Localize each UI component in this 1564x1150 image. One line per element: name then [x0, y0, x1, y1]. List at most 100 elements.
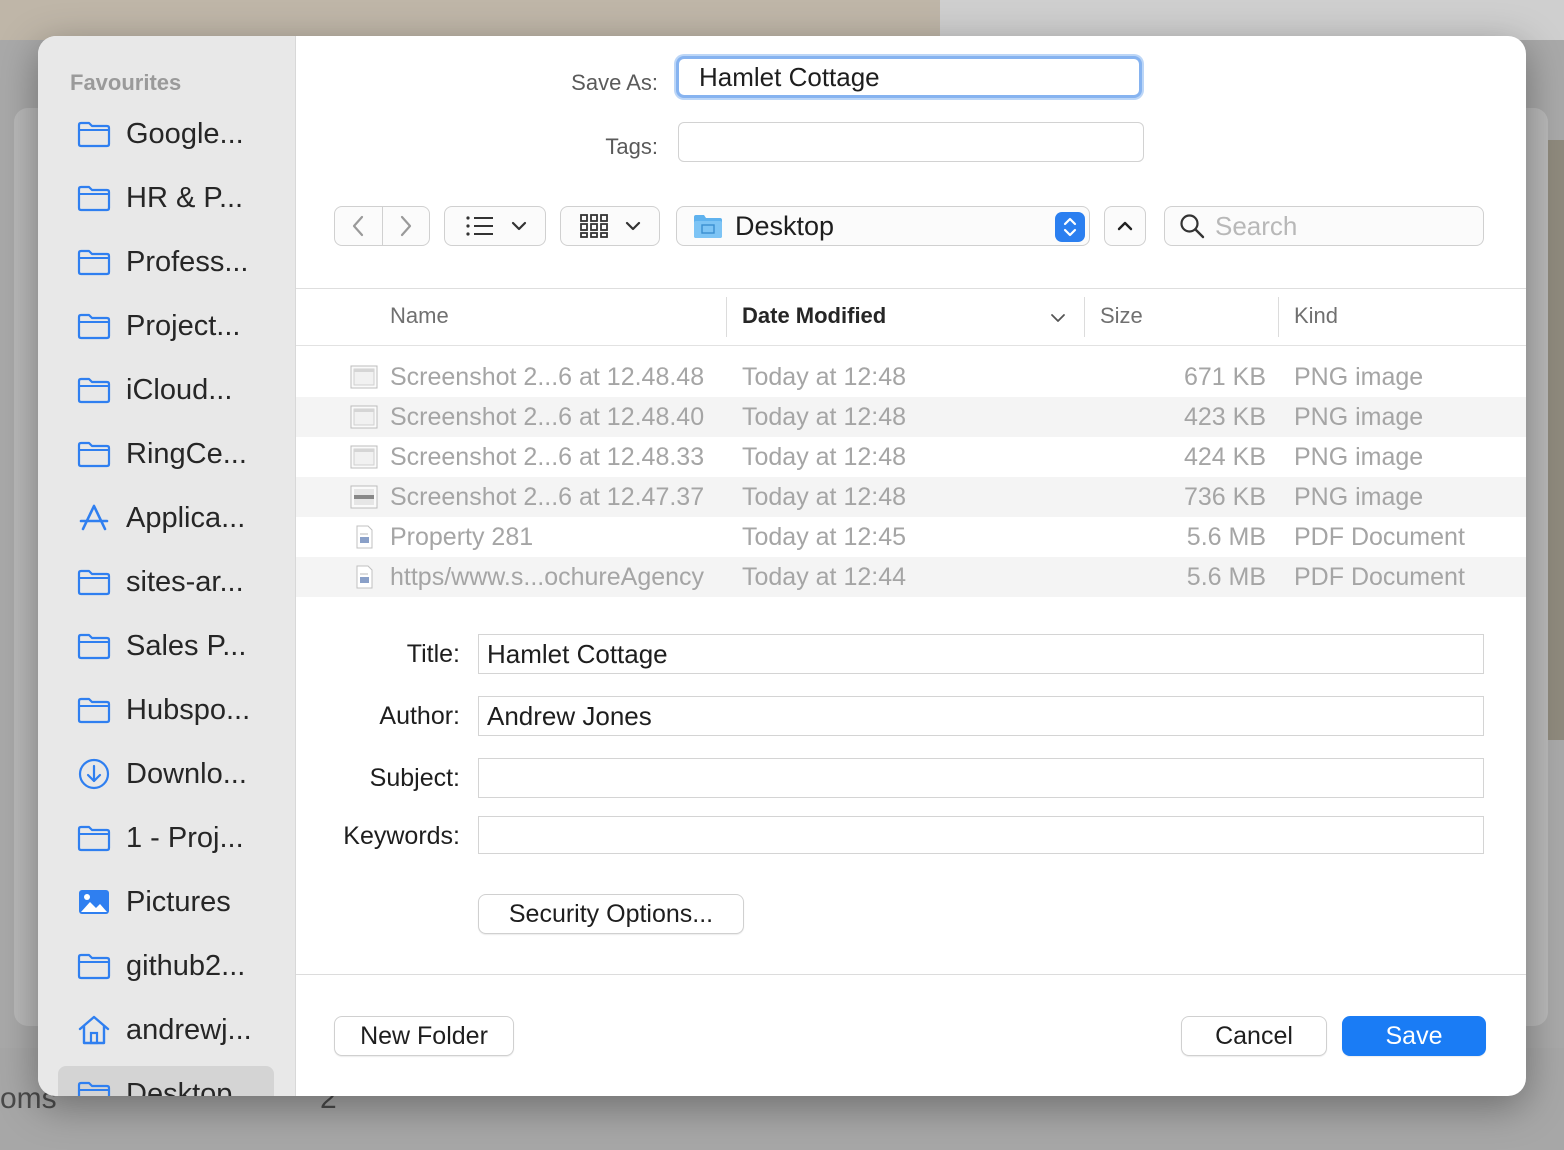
image-file-icon	[350, 365, 378, 389]
sidebar-item-label: github2...	[126, 949, 246, 982]
file-date: Today at 12:48	[742, 483, 907, 511]
folder-icon	[74, 309, 114, 343]
sidebar-item[interactable]: iCloud...	[58, 362, 274, 418]
sidebar-item-label: sites-ar...	[126, 565, 244, 598]
sidebar-item-label: 1 - Proj...	[126, 821, 244, 854]
sidebar-item[interactable]: Project...	[58, 298, 274, 354]
sidebar-item-label: Applica...	[126, 501, 246, 534]
pictures-icon	[74, 885, 114, 919]
location-label: Desktop	[735, 210, 835, 241]
file-row[interactable]: Property 281 Today at 12:45 5.6 MB PDF Docu…	[296, 517, 1526, 557]
grid-view-button[interactable]	[560, 206, 660, 246]
file-name: Screenshot 2...6 at 12.47.37	[390, 483, 705, 511]
sidebar-item[interactable]: Pictures	[58, 874, 274, 930]
search-field[interactable]	[1164, 206, 1484, 246]
keywords-label: Keywords:	[343, 822, 460, 850]
sidebar-item-label: Hubspo...	[126, 693, 251, 726]
sidebar-heading: Favourites	[70, 70, 182, 95]
sidebar-item[interactable]: github2...	[58, 938, 274, 994]
sidebar-item-label: Google...	[126, 117, 244, 150]
folder-icon	[74, 117, 114, 151]
sidebar-item-label: iCloud...	[126, 373, 233, 406]
sidebar-item[interactable]: andrewj...	[58, 1002, 274, 1058]
file-size: 5.6 MB	[1186, 563, 1266, 591]
sidebar-item[interactable]: HR & P...	[58, 170, 274, 226]
folder-icon	[74, 565, 114, 599]
file-date: Today at 12:48	[742, 403, 907, 431]
new-folder-button[interactable]: New Folder	[334, 1016, 514, 1056]
folder-icon	[74, 373, 114, 407]
tags-field[interactable]	[678, 122, 1144, 162]
save-dialog: Favourites Google... HR & P... Profess... P…	[38, 36, 1526, 1096]
sidebar-item-label: Desktop	[126, 1077, 233, 1097]
file-kind: PNG image	[1294, 483, 1424, 511]
sidebar-item[interactable]: Hubspo...	[58, 682, 274, 738]
file-size: 736 KB	[1183, 483, 1266, 511]
title-field[interactable]: Hamlet Cottage	[478, 634, 1484, 674]
author-field[interactable]: Andrew Jones	[478, 696, 1484, 736]
chevron-right-icon	[400, 215, 411, 237]
collapse-button[interactable]	[1104, 206, 1146, 246]
sidebar-item-label: Downlo...	[126, 757, 247, 790]
save-button[interactable]: Save	[1342, 1016, 1486, 1056]
save-as-field[interactable]: Hamlet Cottage	[676, 56, 1142, 98]
security-options-button[interactable]: Security Options...	[478, 894, 744, 934]
sidebar-item[interactable]: sites-ar...	[58, 554, 274, 610]
column-name[interactable]: Name	[390, 303, 449, 329]
subject-label: Subject:	[369, 764, 460, 792]
file-row[interactable]: Screenshot 2...6 at 12.48.33 Today at 12:…	[296, 437, 1526, 477]
pdf-file-icon	[350, 525, 378, 549]
file-date: Today at 12:44	[742, 563, 907, 591]
column-header: Name Date Modified Size Kind	[296, 289, 1526, 346]
list-view-button[interactable]	[444, 206, 546, 246]
file-row[interactable]: Screenshot 2...6 at 12.47.37 Today at 12:…	[296, 477, 1526, 517]
sidebar-item-label: Sales P...	[126, 629, 247, 662]
folder-icon	[74, 437, 114, 471]
file-row[interactable]: https/www.s...ochureAgency Today at 12:44…	[296, 557, 1526, 597]
sidebar-item[interactable]: 1 - Proj...	[58, 810, 274, 866]
sidebar-item[interactable]: RingCe...	[58, 426, 274, 482]
column-kind[interactable]: Kind	[1294, 303, 1338, 329]
file-size: 424 KB	[1183, 443, 1266, 471]
folder-icon	[74, 181, 114, 215]
search-input[interactable]	[1213, 209, 1467, 243]
sidebar-item[interactable]: Profess...	[58, 234, 274, 290]
file-size: 423 KB	[1183, 403, 1266, 431]
file-size: 671 KB	[1183, 363, 1266, 391]
keywords-field[interactable]	[478, 816, 1484, 854]
file-kind: PNG image	[1294, 403, 1424, 431]
file-list: Screenshot 2...6 at 12.48.48 Today at 12:…	[296, 357, 1526, 597]
column-size[interactable]: Size	[1100, 303, 1143, 329]
sidebar-item[interactable]: Google...	[58, 106, 274, 162]
file-date: Today at 12:45	[742, 523, 907, 551]
sidebar-item[interactable]: Downlo...	[58, 746, 274, 802]
file-row[interactable]: Screenshot 2...6 at 12.48.48 Today at 12:…	[296, 357, 1526, 397]
author-label: Author:	[379, 702, 460, 730]
subject-field[interactable]	[478, 758, 1484, 798]
chevron-down-icon	[625, 221, 641, 231]
sort-descending-icon	[1051, 314, 1065, 322]
sidebar-item[interactable]: Desktop	[58, 1066, 274, 1096]
sidebar: Favourites Google... HR & P... Profess... P…	[38, 36, 296, 1096]
image-file-icon	[350, 485, 378, 509]
chevron-up-icon	[1117, 221, 1133, 231]
file-name: Screenshot 2...6 at 12.48.48	[390, 363, 705, 391]
file-row[interactable]: Screenshot 2...6 at 12.48.40 Today at 12:…	[296, 397, 1526, 437]
location-popup[interactable]: Desktop	[676, 206, 1090, 246]
background-window-top-right	[940, 0, 1564, 40]
forward-button[interactable]	[382, 207, 429, 245]
file-kind: PNG image	[1294, 363, 1424, 391]
cancel-button[interactable]: Cancel	[1181, 1016, 1327, 1056]
tags-label: Tags:	[605, 134, 658, 159]
footer-divider	[296, 974, 1526, 975]
file-kind: PDF Document	[1294, 523, 1465, 551]
location-stepper	[1055, 212, 1085, 242]
sidebar-item[interactable]: Applica...	[58, 490, 274, 546]
file-name: Screenshot 2...6 at 12.48.33	[390, 443, 705, 471]
sidebar-item[interactable]: Sales P...	[58, 618, 274, 674]
file-name: Screenshot 2...6 at 12.48.40	[390, 403, 705, 431]
sidebar-item-label: Pictures	[126, 885, 231, 918]
file-browser: Name Date Modified Size Kind Screenshot …	[296, 288, 1526, 597]
column-date-modified[interactable]: Date Modified	[742, 303, 886, 329]
back-button[interactable]	[335, 207, 382, 245]
